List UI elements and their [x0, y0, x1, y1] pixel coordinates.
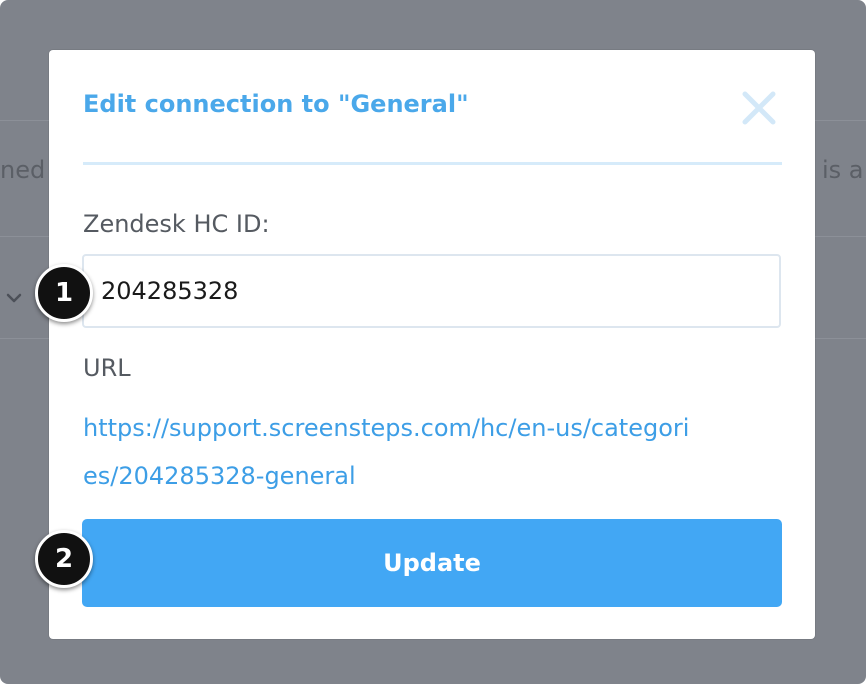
- screen: ned is a Edit connection to "General" Ze…: [0, 0, 866, 684]
- url-label: URL: [83, 354, 131, 382]
- background-text-right: is a: [822, 156, 864, 184]
- url-link[interactable]: https://support.screensteps.com/hc/en-us…: [83, 404, 703, 500]
- hc-id-label: Zendesk HC ID:: [83, 210, 270, 238]
- title-divider: [83, 162, 782, 165]
- close-button[interactable]: [741, 90, 777, 126]
- close-icon: [742, 91, 776, 125]
- edit-connection-dialog: Edit connection to "General" Zendesk HC …: [49, 50, 815, 639]
- hc-id-input[interactable]: [82, 254, 781, 328]
- dialog-title: Edit connection to "General": [83, 90, 469, 118]
- callout-marker-2: 2: [35, 530, 93, 588]
- update-button[interactable]: Update: [82, 519, 782, 607]
- background-text-left: ned: [0, 156, 46, 184]
- callout-marker-1: 1: [35, 264, 93, 322]
- chevron-down-icon: [6, 293, 22, 303]
